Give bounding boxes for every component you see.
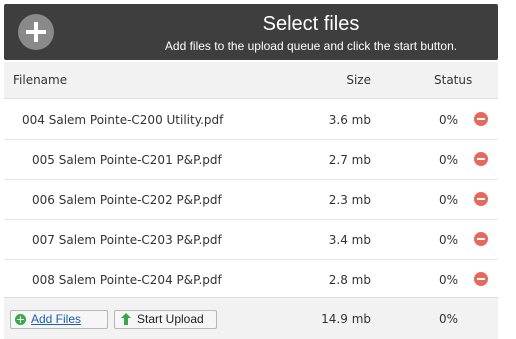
file-size: 3.4 mb (328, 233, 371, 247)
file-row: 005 Salem Pointe-C201 P&P.pdf 2.7 mb 0% (4, 140, 498, 180)
total-size: 14.9 mb (321, 312, 371, 326)
file-status: 0% (438, 113, 458, 127)
remove-file-icon[interactable] (474, 152, 488, 166)
plus-circle-icon[interactable] (18, 14, 54, 50)
file-list: 004 Salem Pointe-C200 Utility.pdf 3.6 mb… (4, 100, 498, 300)
up-arrow-icon (121, 313, 131, 325)
file-status: 0% (438, 153, 458, 167)
file-status: 0% (438, 193, 458, 207)
file-size: 2.3 mb (328, 193, 371, 207)
column-filename: Filename (13, 73, 68, 87)
file-list-header: Filename Size Status (4, 62, 498, 99)
file-row: 007 Salem Pointe-C203 P&P.pdf 3.4 mb 0% (4, 220, 498, 260)
file-row: 008 Salem Pointe-C204 P&P.pdf 2.8 mb 0% (4, 260, 498, 300)
file-name: 007 Salem Pointe-C203 P&P.pdf (32, 233, 222, 247)
file-size: 3.6 mb (328, 113, 371, 127)
file-name: 005 Salem Pointe-C201 P&P.pdf (32, 153, 222, 167)
file-size: 2.8 mb (328, 273, 371, 287)
remove-file-icon[interactable] (474, 272, 488, 286)
start-upload-label: Start Upload (137, 312, 204, 326)
file-name: 008 Salem Pointe-C204 P&P.pdf (32, 273, 222, 287)
file-row: 006 Salem Pointe-C202 P&P.pdf 2.3 mb 0% (4, 180, 498, 220)
file-status: 0% (438, 273, 458, 287)
file-uploader: Select files Add files to the upload que… (0, 0, 516, 339)
header-subtitle: Add files to the upload queue and click … (164, 39, 458, 53)
total-status: 0% (438, 312, 458, 326)
file-row: 004 Salem Pointe-C200 Utility.pdf 3.6 mb… (4, 100, 498, 140)
remove-file-icon[interactable] (474, 192, 488, 206)
file-name: 004 Salem Pointe-C200 Utility.pdf (22, 113, 224, 127)
column-size: Size (346, 73, 371, 87)
uploader-header: Select files Add files to the upload que… (4, 4, 498, 60)
file-status: 0% (438, 233, 458, 247)
remove-file-icon[interactable] (474, 112, 488, 126)
uploader-footer: Add Files Start Upload 14.9 mb 0% (4, 297, 498, 339)
remove-file-icon[interactable] (474, 232, 488, 246)
add-files-button[interactable]: Add Files (10, 310, 108, 329)
start-upload-button[interactable]: Start Upload (114, 310, 217, 329)
file-size: 2.7 mb (328, 153, 371, 167)
file-name: 006 Salem Pointe-C202 P&P.pdf (32, 193, 222, 207)
column-status: Status (434, 73, 473, 87)
header-title: Select files (262, 13, 360, 35)
green-plus-icon (15, 314, 26, 325)
add-files-label: Add Files (31, 312, 82, 326)
